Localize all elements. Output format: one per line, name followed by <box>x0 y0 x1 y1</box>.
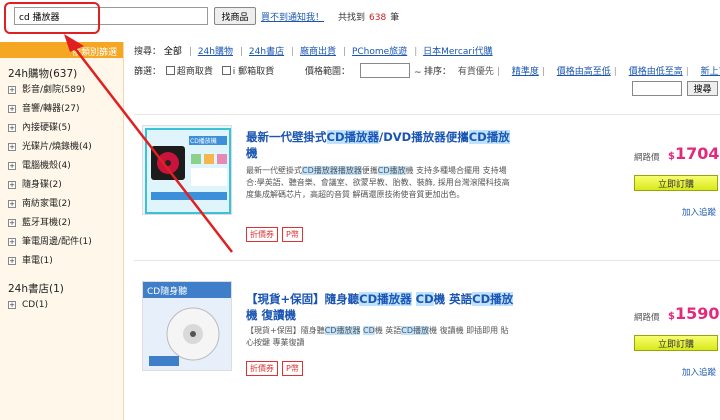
coupon-tag[interactable]: 折價券 <box>246 227 278 242</box>
product-description: 最新一代壁掛式CD播放器播放器便攜CD播放機 支持多種場合擺用 支持場合:學英語… <box>246 166 510 199</box>
option-filter-row: 篩選： 超商取貨 i 郵箱取貨 價格範圍： ~ 排序： 有貨優先 | 精準度 | 價… <box>134 64 720 80</box>
product-card: CD播放機 最新一代壁掛式CD播放器/DVD播放器便攜CD播放機 最新一代壁掛式… <box>134 114 720 254</box>
keyword-input[interactable] <box>632 81 682 96</box>
sort-link[interactable]: 價格由高至低 <box>557 67 611 77</box>
thumbnail-caption: CD播放機 <box>190 137 217 145</box>
sort-link[interactable]: 新上市 <box>701 67 720 77</box>
sidebar-header: 依類別篩選 <box>0 42 123 58</box>
pcoin-tag[interactable]: P幣 <box>282 227 303 242</box>
pcoin-tag[interactable]: P幣 <box>282 361 303 376</box>
source-filter-row: 搜尋： 全部 | 24h購物 | 24h書店 | 廠商出貨 | PChome旅遊 | 日本… <box>134 47 493 57</box>
source-link[interactable]: 廠商出貨 <box>300 47 336 57</box>
product-card: CD隨身聽 【現貨+保固】隨身聽CD播放器 CD機 英語CD播放機 復讀機 【現… <box>134 260 720 420</box>
category-group-title[interactable]: 24h書店(1) <box>0 281 123 296</box>
buy-now-button[interactable]: 立即訂購 <box>634 175 718 191</box>
sort-link[interactable]: 價格由低至高 <box>629 67 683 77</box>
expand-icon[interactable]: + <box>8 181 16 189</box>
checkbox[interactable] <box>165 66 175 75</box>
expand-icon[interactable]: + <box>8 301 16 309</box>
category-item[interactable]: + 音響/轉器(27) <box>0 100 123 119</box>
keyword-search-button[interactable]: 搜尋 <box>687 81 718 96</box>
sort-bar: 排序： 有貨優先| 精準度| 價格由高至低| 價格由低至高| 新上市 <box>424 64 720 77</box>
product-title[interactable]: 最新一代壁掛式CD播放器/DVD播放器便攜CD播放機 <box>246 129 516 161</box>
top-search-bar: 找商品 買不到通知我！ 共找到638筆 <box>0 0 720 36</box>
product-price: $1704 <box>668 144 720 163</box>
category-sidebar: 依類別篩選 24h購物(637) + 影音/劇院(589) + 音響/轉器(27) … <box>0 42 124 420</box>
category-item[interactable]: + 南紡家電(2) <box>0 195 123 214</box>
result-count: 共找到 638 筆 <box>338 13 400 23</box>
price-label: 網路價 <box>634 313 660 323</box>
sort-current[interactable]: 有貨優先 <box>458 67 494 77</box>
sort-link[interactable]: 精準度 <box>512 67 539 77</box>
portable-cd-player-image: CD隨身聽 <box>143 282 231 370</box>
category-item[interactable]: + 內接硬碟(5) <box>0 119 123 138</box>
product-price: $1590 <box>668 304 720 323</box>
expand-icon[interactable]: + <box>8 105 16 113</box>
coupon-tag[interactable]: 折價券 <box>246 361 278 376</box>
expand-icon[interactable]: + <box>8 238 16 246</box>
product-description: 【現貨+保固】隨身聽CD播放器 CD機 英語CD播放機 復讀機 即插即用 貼心按… <box>246 326 509 347</box>
expand-icon[interactable]: + <box>8 86 16 94</box>
category-item[interactable]: + 隨身碟(2) <box>0 176 123 195</box>
product-title[interactable]: 【現貨+保固】隨身聽CD播放器 CD機 英語CD播放機 復讀機 <box>246 291 516 323</box>
thumbnail-caption: CD隨身聽 <box>147 285 187 297</box>
source-link[interactable]: 日本Mercari代購 <box>423 47 492 57</box>
expand-icon[interactable]: + <box>8 162 16 170</box>
add-to-watchlist-link[interactable]: 加入追蹤 <box>682 366 716 378</box>
source-link-all[interactable]: 全部 <box>164 47 182 57</box>
category-item[interactable]: + 車電(1) <box>0 252 123 271</box>
checkbox[interactable] <box>221 66 231 75</box>
notify-me-link[interactable]: 買不到通知我！ <box>261 10 324 23</box>
expand-icon[interactable]: + <box>8 219 16 227</box>
category-item[interactable]: + 光碟片/燒錄機(4) <box>0 138 123 157</box>
category-item[interactable]: + 電腦機殼(4) <box>0 157 123 176</box>
price-min-input[interactable] <box>360 63 410 78</box>
category-item[interactable]: + CD(1) <box>0 296 123 315</box>
expand-icon[interactable]: + <box>8 200 16 208</box>
promo-tags: 折價券 P幣 <box>246 361 307 376</box>
expand-icon[interactable]: + <box>8 257 16 265</box>
promo-tags: 折價券 P幣 <box>246 227 307 242</box>
source-link[interactable]: 24h書店 <box>249 47 284 57</box>
category-group-title[interactable]: 24h購物(637) <box>0 66 123 81</box>
price-label: 網路價 <box>634 153 660 163</box>
search-button[interactable]: 找商品 <box>214 7 256 25</box>
category-item[interactable]: + 筆電周邊/配件(1) <box>0 233 123 252</box>
source-link[interactable]: 24h購物 <box>198 47 233 57</box>
annotation-highlight-box <box>4 2 100 34</box>
category-item[interactable]: + 影音/劇院(589) <box>0 81 123 100</box>
source-link[interactable]: PChome旅遊 <box>352 47 407 57</box>
filter-panel: 搜尋： 全部 | 24h購物 | 24h書店 | 廠商出貨 | PChome旅遊 | 日本… <box>134 42 720 96</box>
category-item[interactable]: + 藍牙耳機(2) <box>0 214 123 233</box>
result-count-number: 638 <box>369 13 387 23</box>
product-thumbnail[interactable]: CD隨身聽 <box>142 281 232 371</box>
expand-icon[interactable]: + <box>8 143 16 151</box>
buy-now-button[interactable]: 立即訂購 <box>634 335 718 351</box>
cd-player-image: CD播放機 <box>145 128 231 214</box>
product-thumbnail[interactable]: CD播放機 <box>142 125 232 215</box>
add-to-watchlist-link[interactable]: 加入追蹤 <box>682 206 716 218</box>
expand-icon[interactable]: + <box>8 124 16 132</box>
